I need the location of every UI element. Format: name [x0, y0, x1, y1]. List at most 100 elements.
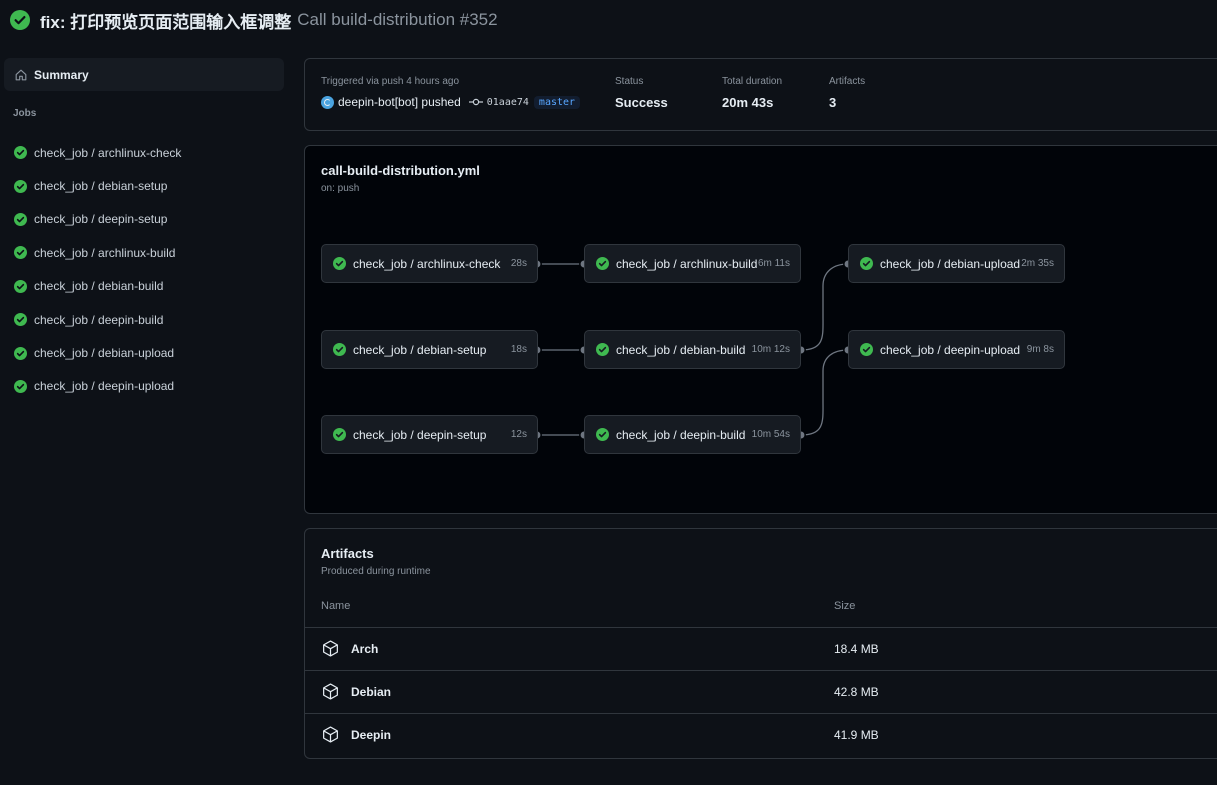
sidebar-job-label: check_job / archlinux-build — [34, 245, 176, 260]
success-check-icon — [860, 257, 873, 270]
success-check-icon — [14, 346, 27, 360]
sidebar-item-summary[interactable]: Summary — [4, 58, 284, 91]
success-check-icon — [14, 179, 27, 193]
job-node[interactable]: check_job / deepin-upload 9m 8s — [848, 330, 1065, 369]
sidebar-job-item[interactable]: check_job / deepin-upload — [0, 370, 284, 403]
artifact-size: 42.8 MB — [834, 685, 879, 699]
sidebar-job-label: check_job / deepin-setup — [34, 212, 168, 227]
success-check-icon — [333, 428, 346, 441]
artifacts-col-name: Name — [321, 600, 351, 612]
artifacts-col-size: Size — [834, 600, 856, 612]
success-check-icon — [333, 257, 346, 270]
commit-icon — [468, 98, 483, 106]
artifacts-title: Artifacts — [321, 546, 374, 561]
trigger-label: Triggered via push 4 hours ago — [321, 76, 460, 87]
sidebar-job-item[interactable]: check_job / deepin-build — [0, 303, 284, 336]
jobs-heading: Jobs — [13, 108, 37, 119]
run-title: fix: 打印预览页面范围输入框调整 — [40, 12, 292, 32]
artifact-name-link[interactable]: Deepin — [351, 728, 391, 742]
sidebar-job-item[interactable]: check_job / archlinux-build — [0, 236, 284, 269]
job-node[interactable]: check_job / archlinux-check 28s — [321, 244, 538, 283]
duration-label: Total duration — [722, 76, 783, 87]
workflow-file-name: call-build-distribution.yml — [321, 163, 480, 178]
job-node-duration: 10m 54s — [751, 429, 790, 440]
success-check-icon — [10, 10, 30, 30]
job-node[interactable]: check_job / debian-setup 18s — [321, 330, 538, 369]
sidebar-job-item[interactable]: check_job / archlinux-check — [0, 136, 284, 169]
actor-link[interactable]: deepin-bot[bot] pushed — [338, 95, 461, 109]
job-node-duration: 12s — [510, 429, 527, 440]
branch-badge[interactable]: master — [533, 95, 581, 109]
package-icon — [323, 683, 338, 700]
job-node[interactable]: check_job / archlinux-build 6m 11s — [584, 244, 801, 283]
run-subtitle: Call build-distribution #352 — [297, 10, 498, 29]
success-check-icon — [596, 257, 609, 270]
sidebar-job-label: check_job / archlinux-check — [34, 145, 182, 160]
sidebar-job-label: check_job / debian-upload — [34, 346, 175, 361]
success-check-icon — [14, 313, 27, 327]
push-info: deepin-bot[bot] pushed 01aae74 master — [321, 95, 581, 109]
job-node-duration: 2m 35s — [1021, 258, 1054, 269]
bot-avatar — [321, 95, 334, 109]
edge-deepinbuild-deepinupload — [800, 349, 849, 436]
job-node-label: check_job / archlinux-build — [616, 256, 758, 271]
job-node-duration: 28s — [510, 258, 527, 269]
job-node[interactable]: check_job / deepin-setup 12s — [321, 415, 538, 454]
run-title-row: fix: 打印预览页面范围输入框调整 Call build-distributi… — [10, 8, 498, 32]
success-check-icon — [596, 428, 609, 441]
success-check-icon — [14, 379, 27, 393]
job-node-label: check_job / archlinux-check — [353, 256, 501, 271]
package-icon — [323, 640, 338, 657]
job-node[interactable]: check_job / deepin-build 10m 54s — [584, 415, 801, 454]
job-node-label: check_job / debian-build — [616, 342, 746, 357]
sidebar-job-item[interactable]: check_job / debian-upload — [0, 336, 284, 369]
job-node-label: check_job / deepin-build — [616, 427, 746, 442]
sidebar: Summary Jobs check_job / archlinux-check… — [0, 58, 284, 393]
job-node-label: check_job / deepin-setup — [353, 427, 487, 442]
success-check-icon — [596, 343, 609, 356]
artifact-name-link[interactable]: Debian — [351, 685, 391, 699]
artifacts-panel: Artifacts Produced during runtime Name S… — [304, 528, 1217, 759]
sidebar-job-item[interactable]: check_job / deepin-setup — [0, 203, 284, 236]
success-check-icon — [860, 343, 873, 356]
artifacts-subtitle: Produced during runtime — [321, 566, 431, 577]
success-check-icon — [14, 279, 27, 293]
sidebar-job-label: check_job / deepin-upload — [34, 379, 175, 394]
home-icon — [15, 69, 27, 80]
success-check-icon — [14, 246, 27, 260]
sidebar-job-item[interactable]: check_job / debian-build — [0, 270, 284, 303]
job-node-label: check_job / debian-upload — [880, 256, 1021, 271]
status-value: Success — [615, 95, 668, 110]
job-node-duration: 18s — [510, 344, 527, 355]
artifact-name-link[interactable]: Arch — [351, 642, 378, 656]
job-node-duration: 6m 11s — [757, 258, 790, 269]
artifact-size: 18.4 MB — [834, 642, 879, 656]
artifact-size: 41.9 MB — [834, 728, 879, 742]
package-icon — [323, 726, 338, 743]
status-label: Status — [615, 76, 644, 87]
sidebar-job-label: check_job / debian-build — [34, 279, 164, 294]
artifact-row: Arch 18.4 MB — [305, 627, 1217, 670]
job-node-label: check_job / deepin-upload — [880, 342, 1021, 357]
job-node-duration: 10m 12s — [751, 344, 790, 355]
edge-debbuild-debupload — [800, 263, 849, 351]
workflow-graph-panel: call-build-distribution.yml on: push che… — [304, 145, 1217, 514]
run-summary-panel: Triggered via push 4 hours ago deepin-bo… — [304, 58, 1217, 131]
artifact-row: Deepin 41.9 MB — [305, 713, 1217, 756]
success-check-icon — [333, 343, 346, 356]
sidebar-job-item[interactable]: check_job / debian-setup — [0, 169, 284, 202]
job-node-label: check_job / debian-setup — [353, 342, 487, 357]
sidebar-summary-label: Summary — [34, 67, 89, 82]
workflow-trigger: on: push — [321, 183, 360, 194]
success-check-icon — [14, 212, 27, 226]
sidebar-job-label: check_job / debian-setup — [34, 179, 168, 194]
job-node[interactable]: check_job / debian-build 10m 12s — [584, 330, 801, 369]
success-check-icon — [14, 146, 27, 160]
artifacts-count-label: Artifacts — [829, 76, 866, 87]
artifacts-count-value: 3 — [829, 95, 837, 110]
artifact-row: Debian 42.8 MB — [305, 670, 1217, 713]
job-node[interactable]: check_job / debian-upload 2m 35s — [848, 244, 1065, 283]
commit-sha-link[interactable]: 01aae74 — [487, 97, 529, 108]
duration-value: 20m 43s — [722, 95, 774, 110]
sidebar-job-label: check_job / deepin-build — [34, 312, 164, 327]
